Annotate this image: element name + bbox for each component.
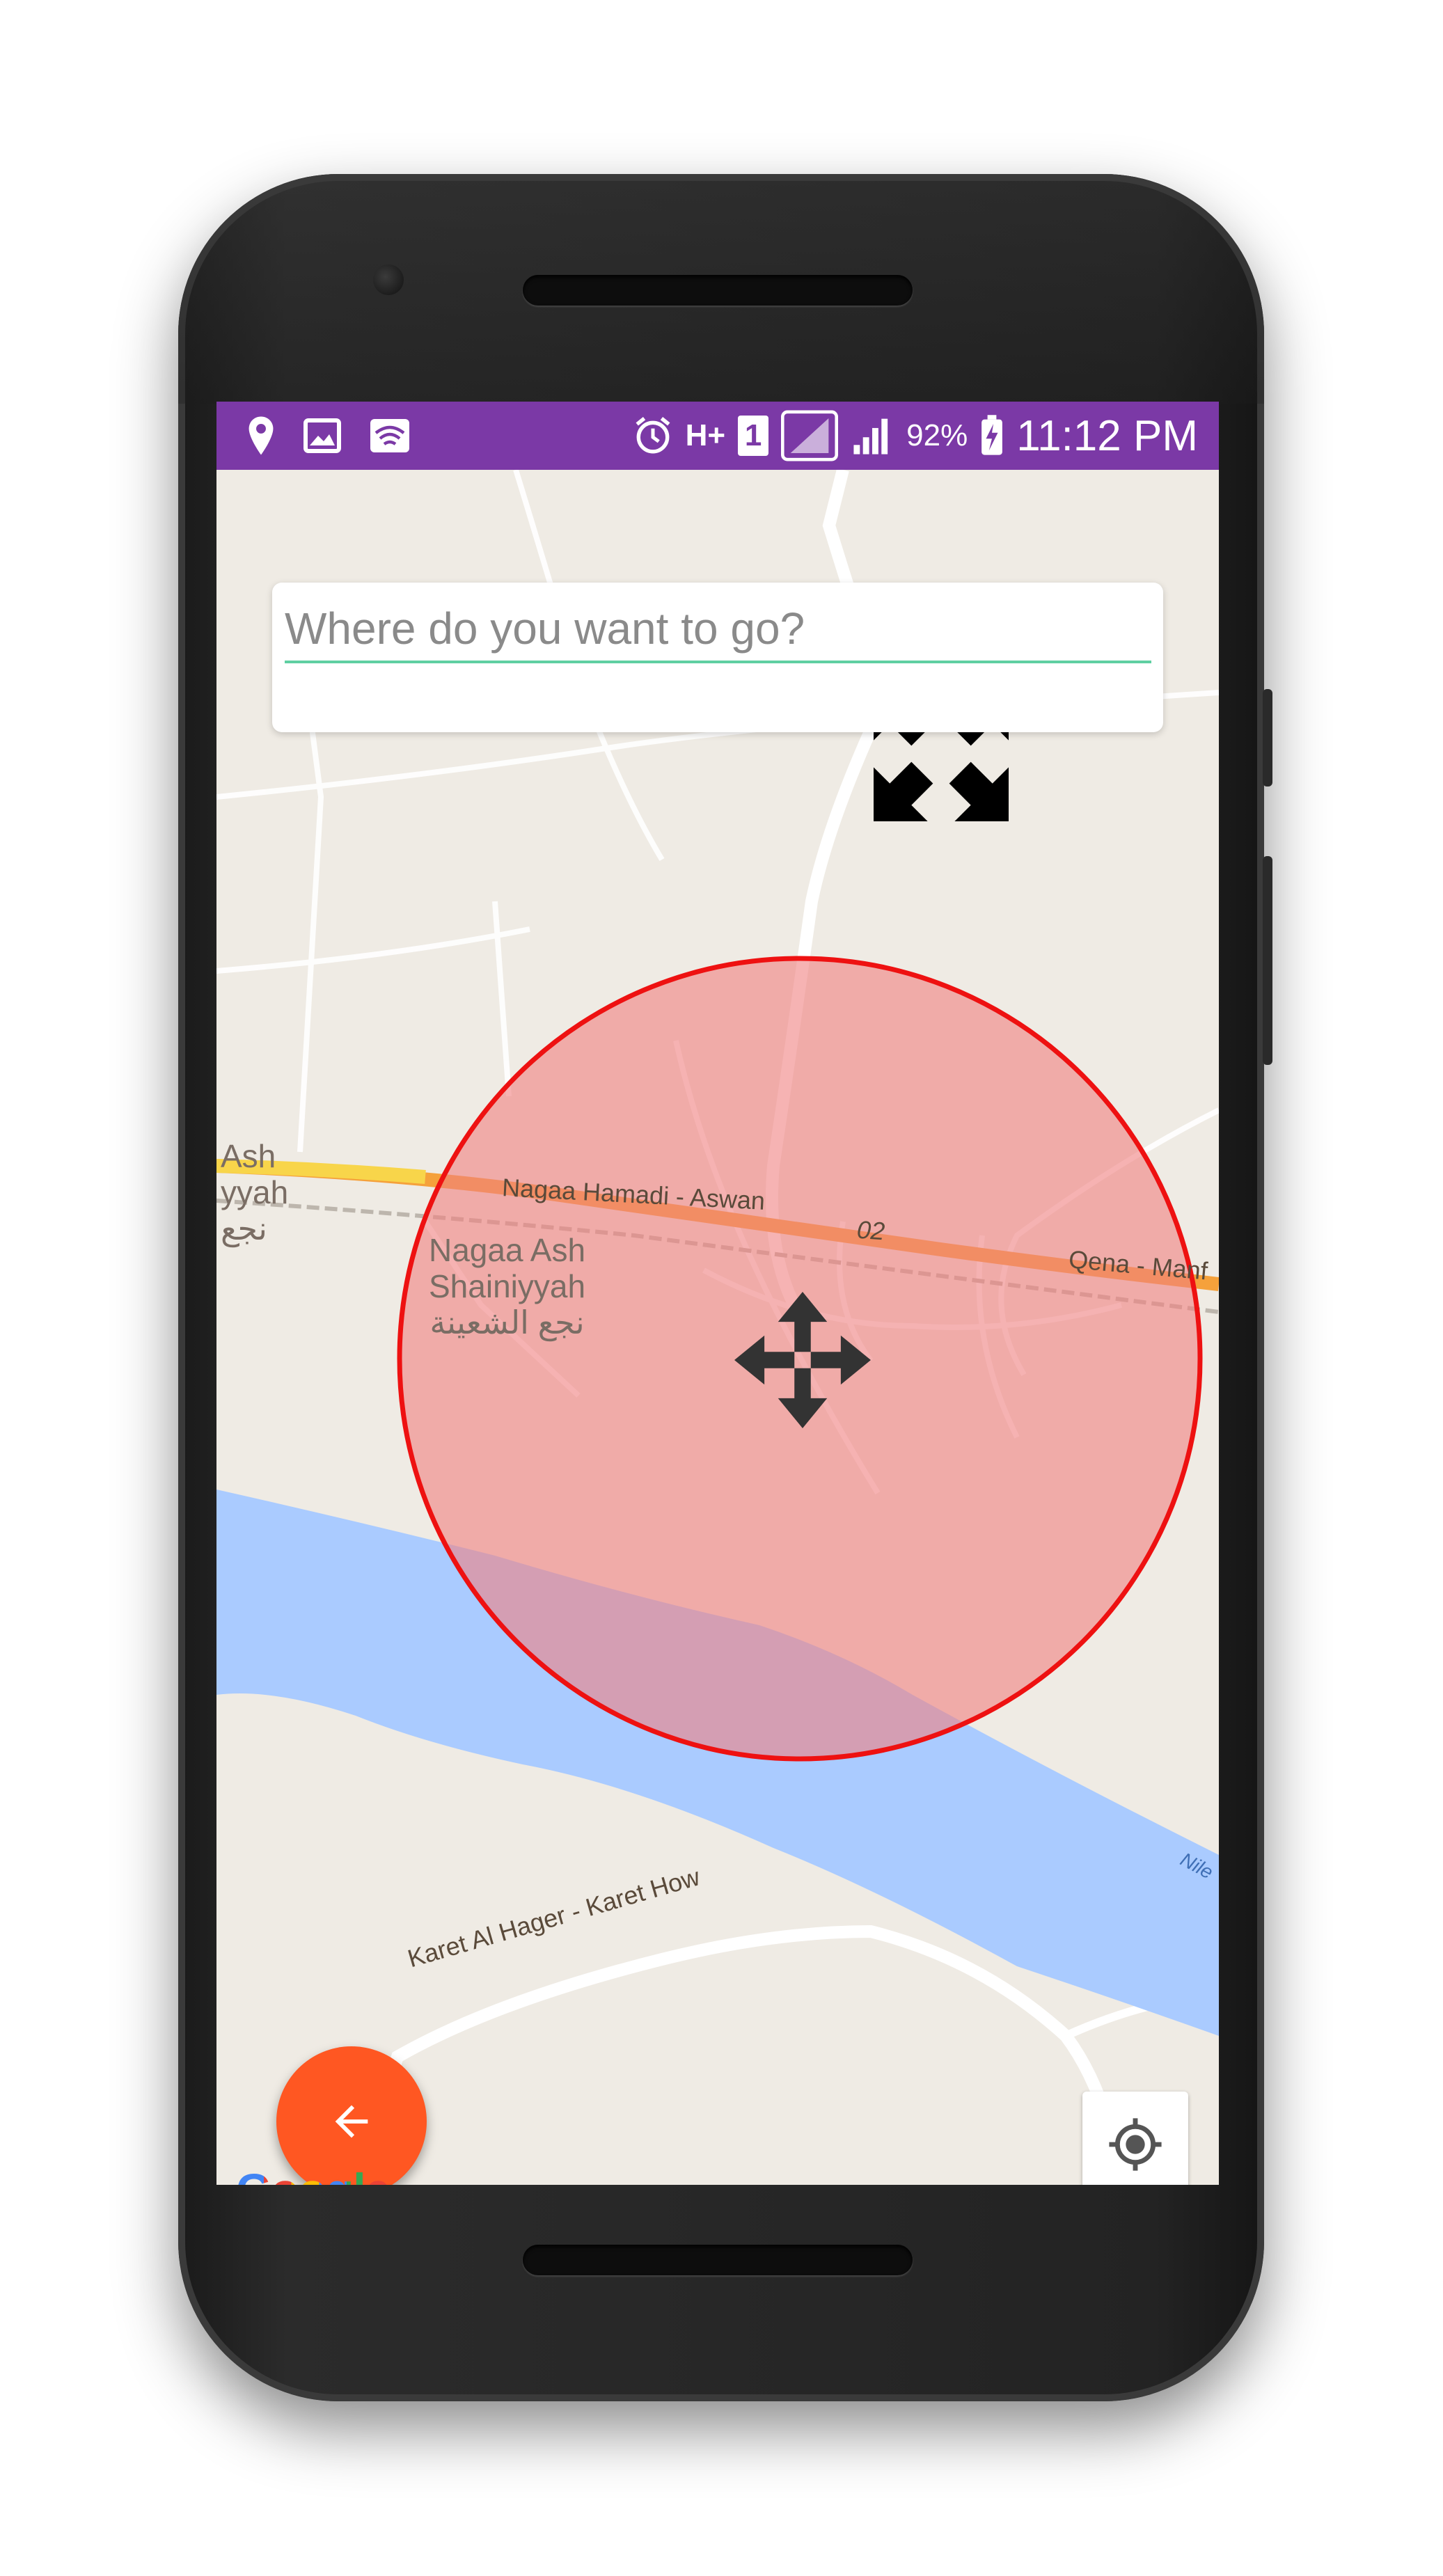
google-attribution: Google bbox=[236, 2163, 391, 2185]
google-logo-text: Google bbox=[236, 2164, 391, 2185]
town-name-line2: Shainiyyah bbox=[429, 1268, 586, 1304]
arrow-back-icon bbox=[335, 2105, 368, 2138]
town-fragment-arabic: نجع bbox=[221, 1210, 267, 1247]
status-bar: H+ 1 92% 11:12 PM bbox=[216, 402, 1219, 470]
town-fragment-line1: Ash bbox=[221, 1138, 276, 1174]
my-location-icon bbox=[1109, 2118, 1162, 2171]
volume-button bbox=[1263, 689, 1272, 787]
clock: 11:12 PM bbox=[1016, 411, 1198, 460]
town-name-arabic: نجع الشعينة bbox=[429, 1304, 585, 1341]
town-label: Nagaa Ash Shainiyyah نجع الشعينة bbox=[429, 1232, 585, 1341]
my-location-button[interactable] bbox=[1082, 2092, 1188, 2185]
map-view[interactable]: Nagaa Hamadi - Aswan 02 Qena - Manf Kare… bbox=[216, 470, 1219, 2185]
sim-icon: 1 bbox=[738, 416, 769, 456]
phone-screen: H+ 1 92% 11:12 PM Nagaa Hamadi - Aswan 0… bbox=[216, 402, 1219, 2185]
bottom-speaker bbox=[523, 2245, 913, 2275]
town-name-line1: Nagaa Ash bbox=[429, 1232, 586, 1268]
top-speaker bbox=[523, 275, 913, 306]
destination-search-input[interactable] bbox=[285, 596, 1151, 663]
town-fragment-line2: yyah bbox=[221, 1174, 289, 1210]
network-type: H+ bbox=[685, 418, 726, 452]
town-fragment-label: Ash yyah نجع bbox=[221, 1138, 288, 1247]
wifi-icon bbox=[370, 419, 409, 452]
front-camera bbox=[373, 264, 404, 295]
gallery-icon bbox=[303, 418, 341, 453]
battery-percent: 92% bbox=[906, 418, 968, 452]
power-button bbox=[1263, 856, 1272, 1065]
move-arrows-icon[interactable] bbox=[734, 1292, 871, 1428]
route-number-label: 02 bbox=[855, 1215, 886, 1246]
location-pin-icon bbox=[249, 416, 274, 455]
battery-charging-icon bbox=[981, 415, 1003, 455]
signal-icon bbox=[853, 418, 888, 455]
alarm-icon bbox=[636, 417, 670, 454]
search-box bbox=[272, 583, 1163, 732]
signal-icon bbox=[781, 410, 839, 461]
